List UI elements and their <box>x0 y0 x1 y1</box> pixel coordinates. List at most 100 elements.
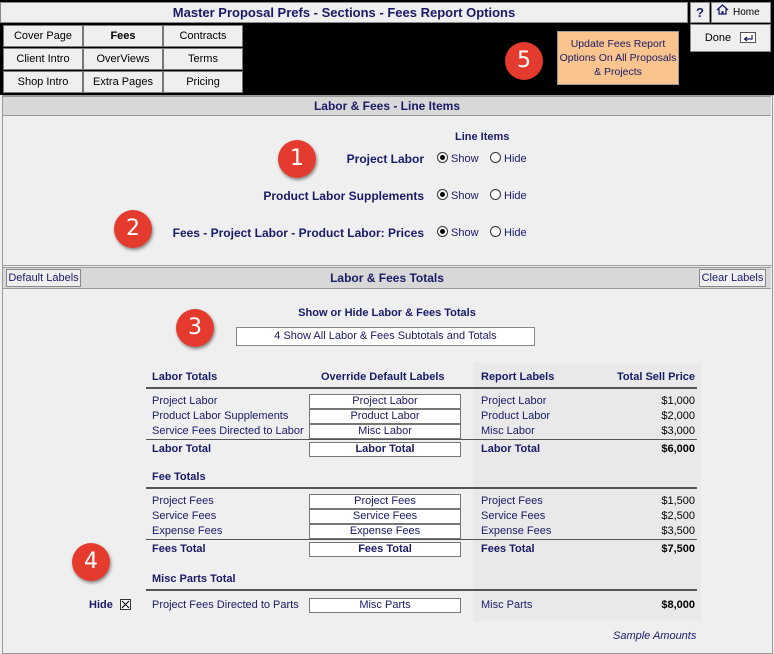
divider <box>146 487 697 489</box>
labor-row-report-label: Product Labor <box>481 410 551 422</box>
hide-misc-parts-label: Hide <box>89 599 113 611</box>
divider <box>146 387 697 389</box>
fees-total-amount: $7,500 <box>661 543 695 555</box>
labor-row-name: Service Fees Directed to Labor <box>152 425 304 437</box>
nav-tab-pricing[interactable]: Pricing <box>163 71 243 93</box>
override-labels-header: Override Default Labels <box>321 371 445 383</box>
radio-label: Hide <box>504 227 527 239</box>
help-button[interactable]: ? <box>690 2 710 23</box>
home-label: Home <box>733 7 760 18</box>
checkbox-x-icon <box>121 600 130 609</box>
line-items-column-title: Line Items <box>455 131 510 143</box>
totals-display-select[interactable]: 4 Show All Labor & Fees Subtotals and To… <box>236 327 535 346</box>
project-labor-show-radio[interactable]: Show <box>437 152 479 165</box>
fee-row-report-label: Service Fees <box>481 510 546 522</box>
report-labels-header: Report Labels <box>481 371 555 383</box>
labor-total-amount: $6,000 <box>661 443 695 455</box>
product-labor-supplements-show-radio[interactable]: Show <box>437 189 479 202</box>
radio-label: Show <box>451 153 479 165</box>
radio-label: Show <box>451 190 479 202</box>
home-icon <box>716 3 730 22</box>
labor-row-amount: $1,000 <box>661 395 695 407</box>
nav-tab-cover-page[interactable]: Cover Page <box>3 25 83 47</box>
fee-row-amount: $2,500 <box>661 510 695 522</box>
hide-misc-parts-checkbox[interactable] <box>120 599 131 610</box>
labor-total-name: Labor Total <box>152 443 212 455</box>
labor-total-report-label: Labor Total <box>481 443 541 455</box>
update-all-proposals-button[interactable]: Update Fees Report Options On All Propos… <box>557 31 679 85</box>
fees-prices-show-radio[interactable]: Show <box>437 226 479 239</box>
annotation-badge-5: 5 <box>505 42 543 80</box>
fee-row-override-field[interactable]: Service Fees <box>309 509 461 524</box>
nav-tab-shop-intro[interactable]: Shop Intro <box>3 71 83 93</box>
labor-row-override-field[interactable]: Project Labor <box>309 394 461 409</box>
misc-row-override-field[interactable]: Misc Parts <box>309 598 461 613</box>
radio-selected-icon <box>437 189 448 200</box>
fees-total-report-label: Fees Total <box>481 543 535 555</box>
done-button[interactable]: Done <box>690 24 771 52</box>
fee-totals-header: Fee Totals <box>152 471 206 483</box>
divider <box>146 439 697 440</box>
divider <box>146 539 697 540</box>
radio-label: Hide <box>504 153 527 165</box>
fee-row-name: Project Fees <box>152 495 214 507</box>
divider <box>146 589 697 591</box>
annotation-badge-4: 4 <box>72 543 110 581</box>
nav-tab-extra-pages[interactable]: Extra Pages <box>83 71 163 93</box>
radio-label: Hide <box>504 190 527 202</box>
fee-row-report-label: Expense Fees <box>481 525 552 537</box>
fee-row-amount: $1,500 <box>661 495 695 507</box>
annotation-badge-3: 3 <box>176 309 214 347</box>
product-labor-supplements-label: Product Labor Supplements <box>263 189 424 203</box>
sample-amounts-note: Sample Amounts <box>613 630 697 642</box>
labor-totals-header: Labor Totals <box>152 371 218 383</box>
fee-row-override-field[interactable]: Project Fees <box>309 494 461 509</box>
project-labor-label: Project Labor <box>346 152 424 166</box>
misc-parts-header: Misc Parts Total <box>152 573 236 585</box>
radio-selected-icon <box>437 152 448 163</box>
nav-tab-fees[interactable]: Fees <box>83 25 163 47</box>
radio-selected-icon <box>437 226 448 237</box>
nav-tab-terms[interactable]: Terms <box>163 48 243 70</box>
misc-row-amount: $8,000 <box>661 599 695 611</box>
product-labor-supplements-hide-radio[interactable]: Hide <box>490 189 527 202</box>
window-title: Master Proposal Prefs - Sections - Fees … <box>0 2 688 23</box>
labor-row-amount: $3,000 <box>661 425 695 437</box>
labor-row-name: Product Labor Supplements <box>152 410 289 422</box>
misc-row-report-label: Misc Parts <box>481 599 533 611</box>
line-items-section-title: Labor & Fees - Line Items <box>3 96 771 116</box>
labor-row-report-label: Project Labor <box>481 395 547 407</box>
show-hide-totals-title: Show or Hide Labor & Fees Totals <box>298 307 476 319</box>
fee-row-name: Service Fees <box>152 510 217 522</box>
fee-row-name: Expense Fees <box>152 525 223 537</box>
fee-row-amount: $3,500 <box>661 525 695 537</box>
default-labels-button[interactable]: Default Labels <box>6 269 81 287</box>
radio-label: Show <box>451 227 479 239</box>
fees-total-name: Fees Total <box>152 543 206 555</box>
labor-row-name: Project Labor <box>152 395 218 407</box>
totals-section-title: Labor & Fees Totals <box>3 267 771 289</box>
nav-tab-overviews[interactable]: OverViews <box>83 48 163 70</box>
labor-row-report-label: Misc Labor <box>481 425 535 437</box>
radio-unselected-icon <box>490 226 501 237</box>
clear-labels-button[interactable]: Clear Labels <box>699 269 766 287</box>
fees-total-override-field[interactable]: Fees Total <box>309 542 461 557</box>
fee-row-override-field[interactable]: Expense Fees <box>309 524 461 539</box>
labor-row-override-field[interactable]: Misc Labor <box>309 424 461 439</box>
annotation-badge-2: 2 <box>114 210 152 248</box>
total-sell-price-header: Total Sell Price <box>616 371 695 383</box>
radio-unselected-icon <box>490 152 501 163</box>
labor-row-override-field[interactable]: Product Labor <box>309 409 461 424</box>
fee-row-report-label: Project Fees <box>481 495 543 507</box>
done-label: Done <box>704 32 732 44</box>
home-button[interactable]: Home <box>711 2 771 23</box>
nav-tab-client-intro[interactable]: Client Intro <box>3 48 83 70</box>
fees-prices-label: Fees - Project Labor - Product Labor: Pr… <box>172 226 424 240</box>
labor-total-override-field[interactable]: Labor Total <box>309 442 461 457</box>
annotation-badge-1: 1 <box>278 140 316 178</box>
misc-row-name: Project Fees Directed to Parts <box>152 599 299 611</box>
fees-prices-hide-radio[interactable]: Hide <box>490 226 527 239</box>
nav-tab-contracts[interactable]: Contracts <box>163 25 243 47</box>
radio-unselected-icon <box>490 189 501 200</box>
project-labor-hide-radio[interactable]: Hide <box>490 152 527 165</box>
